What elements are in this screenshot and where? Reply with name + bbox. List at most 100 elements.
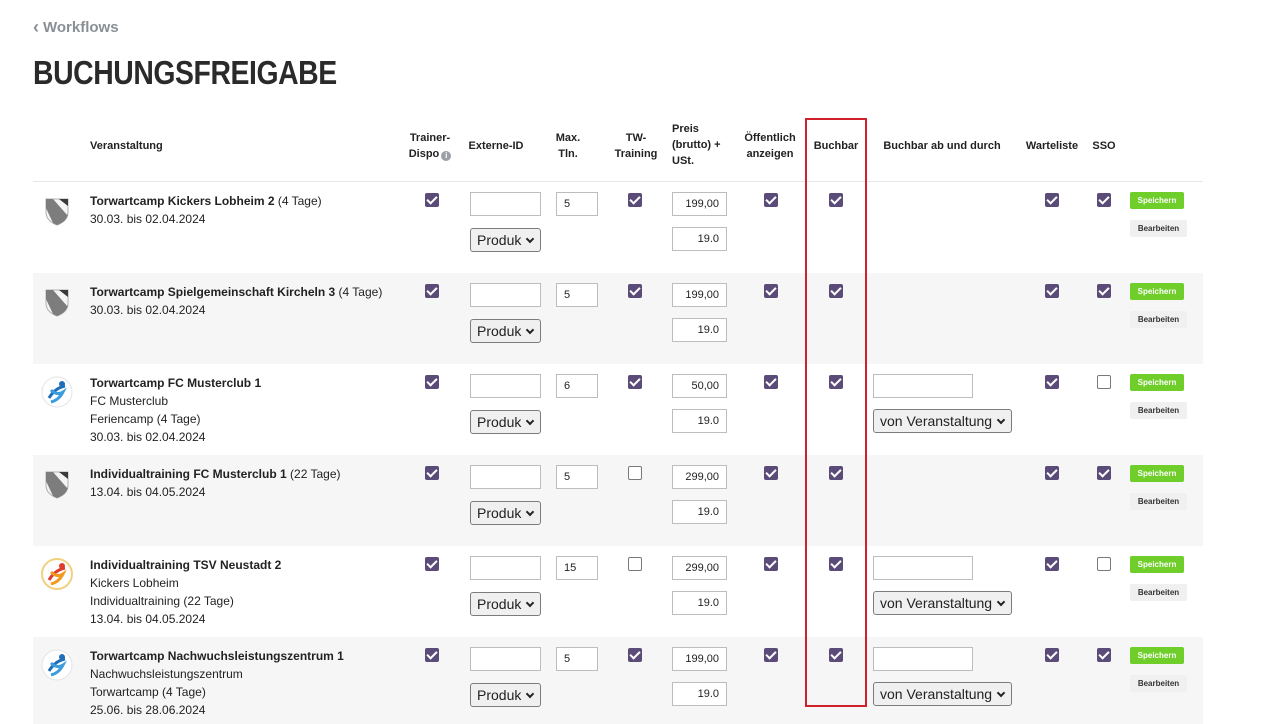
event-detail-line: Torwartcamp (4 Tage)	[90, 685, 206, 699]
max-tln-input[interactable]: 6	[556, 374, 598, 398]
tw-training-checkbox[interactable]	[628, 557, 642, 571]
trainer-dispo-checkbox[interactable]	[425, 466, 439, 480]
buchbar-checkbox[interactable]	[829, 284, 843, 298]
warteliste-checkbox[interactable]	[1045, 648, 1059, 662]
oeffentlich-checkbox[interactable]	[764, 648, 778, 662]
sso-checkbox[interactable]	[1097, 284, 1111, 298]
produkt-select[interactable]: Produk	[470, 410, 541, 434]
buchbar-ab-input[interactable]	[873, 556, 973, 580]
trainer-dispo-checkbox[interactable]	[425, 557, 439, 571]
save-button[interactable]: Speichern	[1130, 374, 1184, 391]
warteliste-checkbox[interactable]	[1045, 284, 1059, 298]
vat-input[interactable]: 19.0	[672, 591, 727, 615]
produkt-select[interactable]: Produk	[470, 228, 541, 252]
max-tln-input[interactable]: 5	[556, 465, 598, 489]
oeffentlich-checkbox[interactable]	[764, 557, 778, 571]
trainer-dispo-checkbox[interactable]	[425, 284, 439, 298]
chevron-down-icon	[526, 598, 535, 608]
externe-id-input[interactable]	[470, 192, 541, 216]
externe-id-input[interactable]	[470, 374, 541, 398]
table-header: Veranstaltung Trainer- Dispo i Externe-ID…	[33, 116, 1203, 182]
sso-checkbox[interactable]	[1097, 375, 1111, 389]
tw-training-checkbox[interactable]	[628, 193, 642, 207]
externe-id-input[interactable]	[470, 283, 541, 307]
event-title: Torwartcamp Kickers Lobheim 2 (4 Tage)	[90, 192, 322, 210]
warteliste-checkbox[interactable]	[1045, 466, 1059, 480]
tw-training-checkbox[interactable]	[628, 375, 642, 389]
trainer-dispo-checkbox[interactable]	[425, 648, 439, 662]
event-name: Individualtraining FC Musterclub 1	[90, 467, 287, 481]
tw-training-checkbox[interactable]	[628, 466, 642, 480]
buchbar-ab-input[interactable]	[873, 374, 973, 398]
trainer-dispo-checkbox[interactable]	[425, 375, 439, 389]
edit-button[interactable]: Bearbeiten	[1130, 220, 1187, 237]
price-input[interactable]: 199,00	[672, 192, 727, 216]
max-tln-input[interactable]: 15	[556, 556, 598, 580]
buchbar-checkbox[interactable]	[829, 375, 843, 389]
edit-button[interactable]: Bearbeiten	[1130, 584, 1187, 601]
oeffentlich-checkbox[interactable]	[764, 284, 778, 298]
buchbar-durch-select[interactable]: von Veranstaltung	[873, 591, 1012, 615]
vat-input[interactable]: 19.0	[672, 682, 727, 706]
warteliste-checkbox[interactable]	[1045, 375, 1059, 389]
save-button[interactable]: Speichern	[1130, 192, 1184, 209]
warteliste-checkbox[interactable]	[1045, 557, 1059, 571]
col-max-tln-line1: Max.	[555, 132, 581, 144]
col-oeffentlich-line1: Öffentlich	[744, 132, 796, 144]
max-tln-input[interactable]: 5	[556, 283, 598, 307]
save-button[interactable]: Speichern	[1130, 556, 1184, 573]
oeffentlich-checkbox[interactable]	[764, 466, 778, 480]
col-trainer-dispo-label: Dispo	[408, 148, 440, 160]
vat-input[interactable]: 19.0	[672, 318, 727, 342]
max-tln-input[interactable]: 5	[556, 647, 598, 671]
buchbar-checkbox[interactable]	[829, 648, 843, 662]
vat-input[interactable]: 19.0	[672, 500, 727, 524]
event-detail-line: 25.06. bis 28.06.2024	[90, 703, 206, 717]
vat-input[interactable]: 19.0	[672, 409, 727, 433]
info-icon[interactable]: i	[441, 151, 452, 161]
keeper-blue-logo	[41, 649, 73, 681]
warteliste-checkbox[interactable]	[1045, 193, 1059, 207]
event-detail-line: Individualtraining (22 Tage)	[90, 594, 234, 608]
sso-checkbox[interactable]	[1097, 193, 1111, 207]
price-input[interactable]: 50,00	[672, 374, 727, 398]
back-link-workflows[interactable]: ‹ Workflows	[33, 18, 119, 36]
produkt-select[interactable]: Produk	[470, 319, 541, 343]
edit-button[interactable]: Bearbeiten	[1130, 402, 1187, 419]
save-button[interactable]: Speichern	[1130, 283, 1184, 300]
edit-button[interactable]: Bearbeiten	[1130, 675, 1187, 692]
buchbar-ab-input[interactable]	[873, 647, 973, 671]
oeffentlich-checkbox[interactable]	[764, 193, 778, 207]
chevron-left-icon: ‹	[33, 17, 39, 37]
sso-checkbox[interactable]	[1097, 466, 1111, 480]
save-button[interactable]: Speichern	[1130, 647, 1184, 664]
externe-id-input[interactable]	[470, 647, 541, 671]
price-input[interactable]: 299,00	[672, 556, 727, 580]
price-input[interactable]: 199,00	[672, 647, 727, 671]
trainer-dispo-checkbox[interactable]	[425, 193, 439, 207]
buchbar-checkbox[interactable]	[829, 193, 843, 207]
keeper-blue-logo	[41, 376, 73, 408]
edit-button[interactable]: Bearbeiten	[1130, 493, 1187, 510]
oeffentlich-checkbox[interactable]	[764, 375, 778, 389]
produkt-select[interactable]: Produk	[470, 501, 541, 525]
save-button[interactable]: Speichern	[1130, 465, 1184, 482]
buchbar-checkbox[interactable]	[829, 557, 843, 571]
externe-id-input[interactable]	[470, 465, 541, 489]
event-detail-line: Feriencamp (4 Tage)	[90, 412, 201, 426]
tw-training-checkbox[interactable]	[628, 648, 642, 662]
externe-id-input[interactable]	[470, 556, 541, 580]
tw-training-checkbox[interactable]	[628, 284, 642, 298]
buchbar-durch-select[interactable]: von Veranstaltung	[873, 409, 1012, 433]
produkt-select[interactable]: Produk	[470, 592, 541, 616]
edit-button[interactable]: Bearbeiten	[1130, 311, 1187, 328]
sso-checkbox[interactable]	[1097, 648, 1111, 662]
sso-checkbox[interactable]	[1097, 557, 1111, 571]
price-input[interactable]: 299,00	[672, 465, 727, 489]
buchbar-checkbox[interactable]	[829, 466, 843, 480]
buchbar-durch-select[interactable]: von Veranstaltung	[873, 682, 1012, 706]
price-input[interactable]: 199,00	[672, 283, 727, 307]
vat-input[interactable]: 19.0	[672, 227, 727, 251]
max-tln-input[interactable]: 5	[556, 192, 598, 216]
produkt-select[interactable]: Produk	[470, 683, 541, 707]
